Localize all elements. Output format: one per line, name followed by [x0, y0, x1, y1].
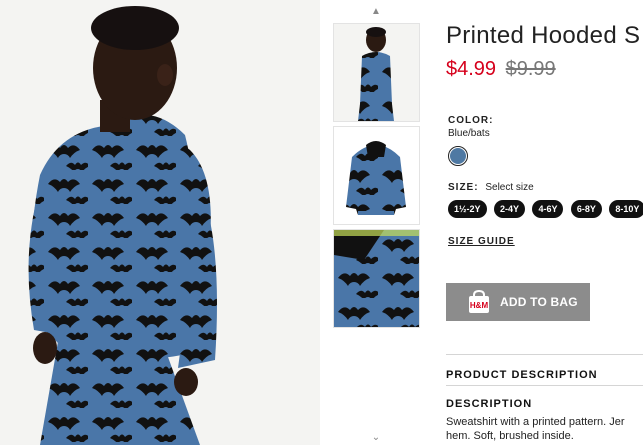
- scroll-up-icon[interactable]: ▲: [332, 6, 420, 18]
- size-row: SIZE: Select size: [448, 182, 534, 193]
- description-subheading: DESCRIPTION: [446, 398, 533, 410]
- size-option-8-10y[interactable]: 8-10Y: [609, 200, 643, 218]
- description-text-line-1: Sweatshirt with a printed pattern. Jer: [446, 416, 625, 428]
- color-label: COLOR:: [448, 115, 494, 126]
- size-hint: Select size: [485, 182, 534, 193]
- price-current: $4.99: [446, 58, 497, 80]
- size-option-4-6y[interactable]: 4-6Y: [532, 200, 564, 218]
- color-value: Blue/bats: [448, 128, 490, 139]
- price-original: $9.99: [505, 58, 556, 80]
- size-option-6-8y[interactable]: 6-8Y: [570, 200, 602, 218]
- size-option-2-4y[interactable]: 2-4Y: [493, 200, 525, 218]
- size-label: SIZE:: [448, 182, 479, 193]
- size-guide-link[interactable]: SIZE GUIDE: [448, 236, 515, 247]
- thumbnail-gallery: ▲ ⌄: [332, 0, 420, 445]
- size-options: 1½-2Y 2-4Y 4-6Y 6-8Y 8-10Y: [448, 200, 643, 218]
- divider: [446, 385, 643, 386]
- main-product-illustration: [0, 0, 320, 445]
- thumbnail-front-view-illustration: [334, 24, 419, 121]
- product-description-heading[interactable]: PRODUCT DESCRIPTION: [446, 369, 598, 381]
- product-info-panel: Printed Hooded S $4.99 $9.99 COLOR: Blue…: [446, 0, 643, 445]
- thumbnail-front-view[interactable]: [333, 23, 420, 122]
- price-row: $4.99 $9.99: [446, 58, 556, 81]
- color-swatch-blue-bats[interactable]: [448, 146, 468, 166]
- svg-text:H&M: H&M: [470, 301, 489, 310]
- product-title: Printed Hooded S: [446, 22, 641, 49]
- shopping-bag-icon: H&M: [469, 289, 489, 313]
- color-swatch-fill: [450, 148, 466, 164]
- divider: [446, 354, 643, 355]
- description-text: Sweatshirt with a printed pattern. Jer h…: [446, 415, 643, 443]
- size-option-1-5-2y[interactable]: 1½-2Y: [448, 200, 487, 218]
- scroll-down-icon[interactable]: ⌄: [332, 432, 420, 444]
- thumbnail-detail[interactable]: [333, 229, 420, 328]
- main-product-image[interactable]: [0, 0, 320, 445]
- add-to-bag-label: ADD TO BAG: [500, 295, 578, 309]
- add-to-bag-button[interactable]: H&M ADD TO BAG: [446, 283, 590, 321]
- description-text-line-2: hem. Soft, brushed inside.: [446, 430, 574, 442]
- thumbnail-detail-illustration: [334, 230, 419, 327]
- thumbnail-flat-lay-illustration: [334, 127, 419, 224]
- thumbnail-flat-lay[interactable]: [333, 126, 420, 225]
